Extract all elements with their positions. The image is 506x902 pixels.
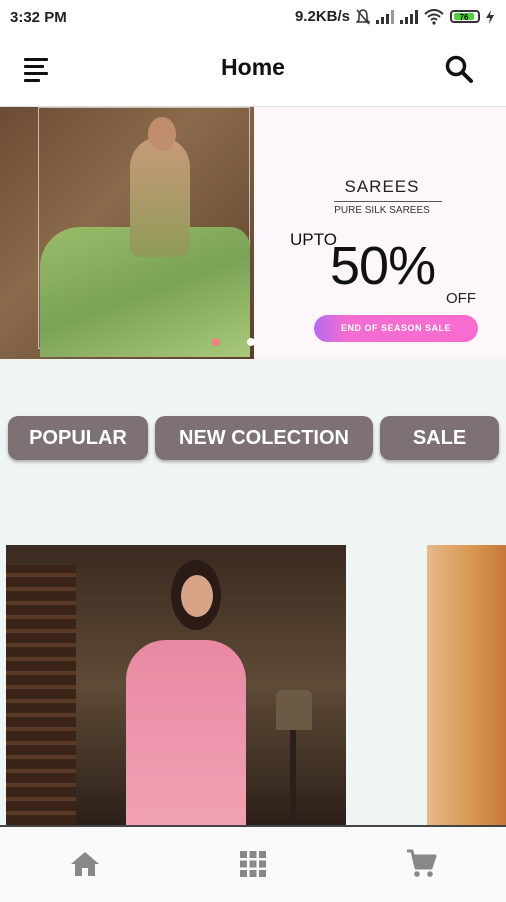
- mute-icon: [356, 8, 370, 24]
- status-bar: 3:32 PM 9.2KB/s 76: [0, 0, 506, 36]
- chip-new-collection[interactable]: NEW COLECTION: [155, 416, 373, 460]
- app-bar: Home: [0, 36, 506, 107]
- banner-model: [130, 137, 190, 257]
- carousel-dot-active[interactable]: [212, 338, 220, 346]
- battery-level: 76: [454, 13, 474, 22]
- signal-icon: [376, 9, 394, 24]
- banner-image: [0, 107, 254, 359]
- product-background-door: [6, 565, 76, 825]
- product-lamp-stand: [290, 730, 296, 825]
- chip-popular[interactable]: POPULAR: [8, 416, 148, 460]
- grid-icon[interactable]: [236, 847, 270, 881]
- banner-category: SAREES: [344, 177, 420, 196]
- product-card[interactable]: [6, 545, 346, 825]
- battery-icon: 76: [450, 10, 480, 23]
- product-card-2[interactable]: [427, 545, 506, 825]
- banner-discount: 50%: [330, 236, 436, 296]
- product-model-dress: [126, 640, 246, 825]
- banner-text: SAREES PURE SILK SAREES UPTO 50% OFF END…: [254, 107, 506, 359]
- search-icon[interactable]: [444, 54, 474, 84]
- banner-divider: [334, 201, 442, 202]
- status-time: 3:32 PM: [10, 9, 67, 26]
- banner-model-head: [148, 117, 176, 151]
- home-icon[interactable]: [68, 847, 102, 881]
- product-lamp: [276, 690, 312, 730]
- banner-subtitle: PURE SILK SAREES: [334, 205, 430, 216]
- banner-off: OFF: [446, 290, 476, 307]
- wifi-icon: [424, 8, 444, 25]
- signal-icon-2: [400, 9, 418, 24]
- sale-pill[interactable]: END OF SEASON SALE: [314, 315, 478, 342]
- charging-icon: [486, 9, 494, 24]
- network-speed: 9.2KB/s: [294, 8, 350, 25]
- cart-icon[interactable]: [404, 847, 438, 881]
- bottom-nav: [0, 825, 506, 902]
- page-title: Home: [221, 54, 285, 80]
- chip-sale[interactable]: SALE: [380, 416, 499, 460]
- carousel-dot[interactable]: [247, 338, 255, 346]
- product-model-face: [181, 575, 213, 617]
- promo-banner[interactable]: SAREES PURE SILK SAREES UPTO 50% OFF END…: [0, 107, 506, 359]
- status-icons: 9.2KB/s 76: [295, 8, 494, 25]
